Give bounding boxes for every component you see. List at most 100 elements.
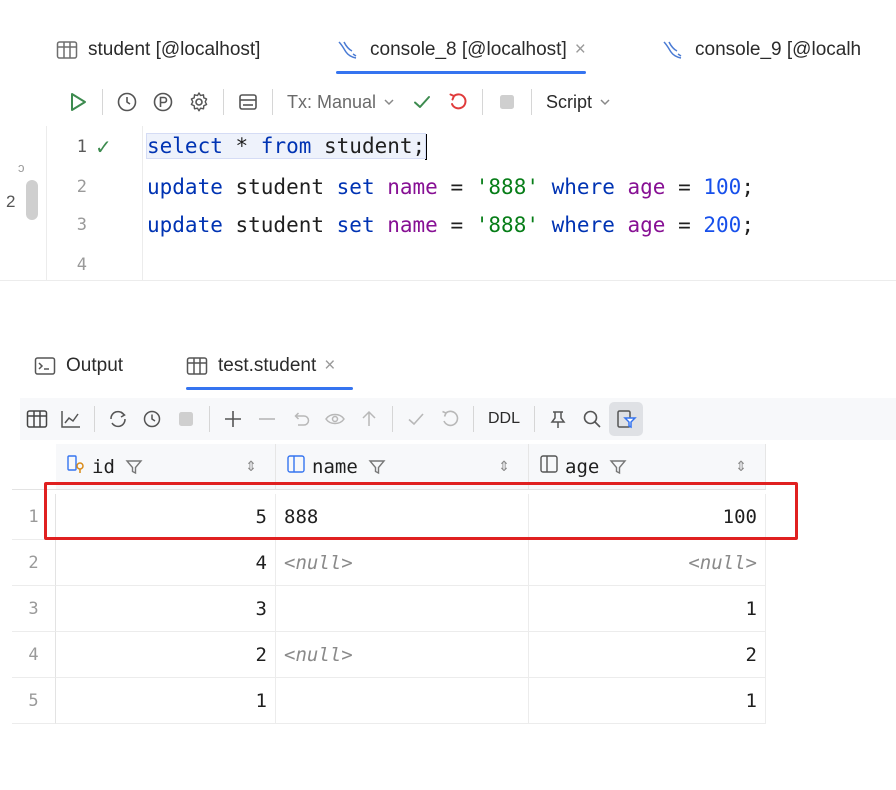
sort-icon[interactable]: ⇕ (245, 458, 257, 475)
tab-console-9[interactable]: console_9 [@localh (661, 26, 861, 74)
column-header-age[interactable]: age ⇕ (529, 444, 766, 490)
commit-icon[interactable] (404, 84, 440, 120)
cell-name[interactable]: <null> (276, 632, 529, 678)
tab-console-8-label: console_8 [@localhost] (370, 39, 567, 60)
gear-icon[interactable] (181, 84, 217, 120)
filter-panel-icon[interactable] (609, 402, 644, 436)
commit-icon[interactable] (399, 402, 433, 436)
search-icon[interactable] (575, 402, 609, 436)
refresh-icon[interactable] (101, 402, 135, 436)
cell-age[interactable]: 1 (529, 586, 766, 632)
cell-name[interactable] (276, 678, 529, 724)
tab-console-8[interactable]: console_8 [@localhost] × (336, 26, 586, 74)
tab-test-student[interactable]: test.student × (186, 342, 354, 390)
tx-mode-dropdown[interactable]: Tx: Manual (279, 92, 404, 113)
stop-icon[interactable] (169, 402, 203, 436)
code-token: set (336, 175, 375, 199)
tx-mode-label: Tx: Manual (287, 91, 377, 112)
code-line-2[interactable]: update student set name = '888' where ag… (147, 175, 754, 199)
submit-icon[interactable] (352, 402, 386, 436)
run-icon[interactable] (60, 84, 96, 120)
code-token: ; (741, 175, 754, 199)
cell-name[interactable]: <null> (276, 540, 529, 586)
tab-student-label: student [@localhost] (88, 39, 261, 60)
table-view-icon[interactable] (20, 402, 54, 436)
code-token: name (387, 175, 438, 199)
code-token: = (437, 213, 476, 237)
cell-age[interactable]: <null> (529, 540, 766, 586)
table-row[interactable]: 4 2 <null> 2 (12, 632, 772, 678)
tab-student[interactable]: student [@localhost] (56, 26, 260, 74)
script-dropdown[interactable]: Script (538, 92, 620, 113)
cell-name[interactable] (276, 586, 529, 632)
editor-line-2: 2 update student set name = '888' where … (47, 168, 896, 206)
tab-output[interactable]: Output (34, 342, 123, 390)
code-line-1[interactable]: select * from student; (145, 133, 428, 160)
cell-name[interactable]: 888 (276, 494, 529, 540)
table-row[interactable]: 1 5 888 100 (12, 494, 772, 540)
filter-icon[interactable] (609, 458, 627, 476)
mysql-icon (336, 39, 360, 61)
cell-age[interactable]: 1 (529, 678, 766, 724)
ddl-button[interactable]: DDL (480, 410, 528, 428)
history-icon[interactable] (109, 84, 145, 120)
line-number: 3 (76, 215, 87, 235)
revert-icon[interactable] (284, 402, 318, 436)
add-row-icon[interactable] (216, 402, 250, 436)
editor-line-1: 1 ✓ select * from student; (47, 128, 896, 166)
row-number: 5 (12, 678, 56, 724)
close-icon[interactable]: × (575, 39, 586, 61)
chart-icon[interactable] (54, 402, 88, 436)
column-header-name-label: name (312, 455, 358, 478)
toolbar-divider (482, 89, 484, 115)
sql-editor[interactable]: 1 ✓ select * from student; 2 update stud… (46, 126, 896, 280)
table-row[interactable]: 5 1 1 (12, 678, 772, 724)
column-header-id[interactable]: id ⇕ (56, 444, 276, 490)
row-number: 1 (12, 494, 56, 540)
cell-id[interactable]: 3 (56, 586, 276, 632)
rollback-icon[interactable] (440, 84, 476, 120)
stop-icon[interactable] (489, 84, 525, 120)
sort-icon[interactable]: ⇕ (498, 458, 510, 475)
code-token: * (222, 134, 261, 158)
cell-age[interactable]: 100 (529, 494, 766, 540)
tab-test-student-label: test.student (218, 355, 317, 376)
preview-changes-icon[interactable] (318, 402, 352, 436)
row-header-corner (12, 444, 56, 490)
table-icon (56, 40, 78, 60)
cell-age[interactable]: 2 (529, 632, 766, 678)
cell-id[interactable]: 1 (56, 678, 276, 724)
editor-tab-bar: student [@localhost] console_8 [@localho… (46, 26, 896, 74)
code-line-3[interactable]: update student set name = '888' where ag… (147, 213, 754, 237)
column-header-name[interactable]: name ⇕ (276, 444, 529, 490)
check-icon: ✓ (95, 136, 112, 159)
filter-icon[interactable] (125, 458, 143, 476)
filter-icon[interactable] (368, 458, 386, 476)
table-row[interactable]: 2 4 <null> <null> (12, 540, 772, 586)
chevron-down-icon (384, 99, 394, 106)
cell-id[interactable]: 2 (56, 632, 276, 678)
column-header-id-label: id (92, 455, 115, 478)
code-token: 100 (703, 175, 742, 199)
rollback-icon[interactable] (433, 402, 467, 436)
column-icon (539, 454, 559, 480)
text-caret (425, 134, 428, 160)
scrollbar-thumb[interactable] (26, 180, 38, 220)
parameters-icon[interactable] (145, 84, 181, 120)
pin-icon[interactable] (541, 402, 575, 436)
toolbar-divider (534, 406, 536, 432)
history-icon[interactable] (135, 402, 169, 436)
editor-divider (0, 280, 896, 281)
close-icon[interactable]: × (324, 355, 335, 377)
code-token: where (551, 213, 615, 237)
layout-icon[interactable] (230, 84, 266, 120)
cell-id[interactable]: 5 (56, 494, 276, 540)
column-icon (286, 454, 306, 480)
sort-icon[interactable]: ⇕ (735, 458, 747, 475)
table-row[interactable]: 3 3 1 (12, 586, 772, 632)
delete-row-icon[interactable] (250, 402, 284, 436)
cell-id[interactable]: 4 (56, 540, 276, 586)
